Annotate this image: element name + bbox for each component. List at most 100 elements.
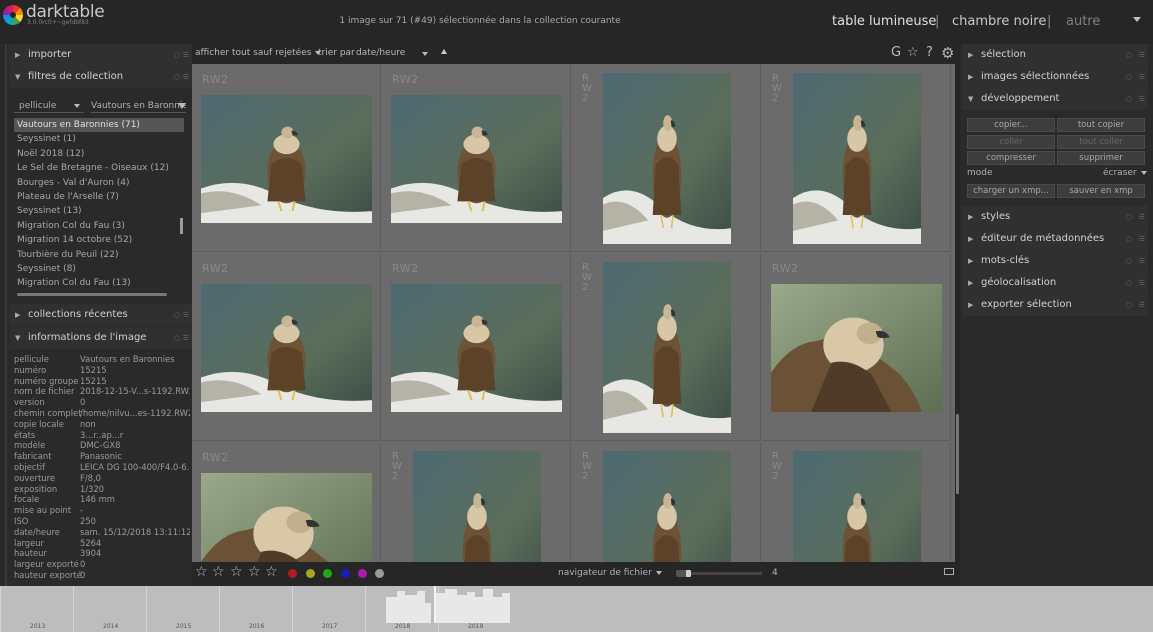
module-import[interactable]: ▶ importer ○ ☰: [9, 44, 192, 66]
thumbnail-image[interactable]: [201, 95, 372, 223]
view-other[interactable]: autre: [1066, 14, 1100, 29]
module-history-stack[interactable]: ▼ développement ○ ☰: [962, 88, 1148, 110]
timeline-year-column[interactable]: 2015: [146, 586, 219, 632]
collection-list-item[interactable]: Migration Col du Fau (13): [14, 276, 184, 290]
collection-list-item[interactable]: Seyssinet (8): [14, 262, 184, 276]
reset-icon[interactable]: ○: [1126, 88, 1132, 110]
thumbnail-image[interactable]: [771, 284, 942, 412]
reset-icon[interactable]: ○: [1126, 272, 1132, 294]
presets-icon[interactable]: ☰: [1139, 272, 1145, 294]
thumbnail-cell[interactable]: RW2: [572, 442, 761, 562]
thumbnail-cell[interactable]: RW2: [192, 253, 381, 441]
module-export[interactable]: ▶ exporter sélection ○ ☰: [962, 294, 1148, 316]
thumbnail-cell[interactable]: RW2: [762, 64, 951, 252]
module-geotagging[interactable]: ▶ géolocalisation ○ ☰: [962, 272, 1148, 294]
reset-icon[interactable]: ○: [174, 44, 180, 66]
thumbnail-image[interactable]: [391, 284, 562, 412]
collection-list-item[interactable]: Tourbière du Peuil (22): [14, 248, 184, 262]
collection-list-item[interactable]: Noël 2018 (12): [14, 147, 184, 161]
thumbnail-cell[interactable]: RW2: [382, 64, 571, 252]
grouping-icon[interactable]: G: [891, 45, 901, 60]
layout-select[interactable]: navigateur de fichier: [558, 568, 662, 578]
presets-icon[interactable]: ☰: [1139, 228, 1145, 250]
star-rating-icon[interactable]: ☆: [265, 564, 278, 580]
overlay-star-icon[interactable]: ☆: [907, 45, 919, 60]
timeline-year-column[interactable]: 2013: [0, 586, 73, 632]
thumbnail-image[interactable]: [201, 284, 372, 412]
collection-list-item[interactable]: Bourges - Val d'Auron (4): [14, 176, 184, 190]
copy-button[interactable]: copier...: [967, 118, 1055, 132]
color-label-green[interactable]: [323, 569, 332, 578]
thumbnail-image[interactable]: [793, 451, 921, 562]
collection-list-item[interactable]: Seyssinet (1): [14, 132, 184, 146]
thumbnail-cell[interactable]: RW2: [192, 64, 381, 252]
module-select[interactable]: ▶ sélection ○ ☰: [962, 44, 1148, 66]
star-rating-icon[interactable]: ☆: [195, 564, 208, 580]
reset-icon[interactable]: ○: [1126, 294, 1132, 316]
thumbnail-image[interactable]: [201, 473, 372, 562]
collection-list-item[interactable]: Migration Col du Fau (3): [14, 219, 184, 233]
monitor-icon[interactable]: [944, 568, 954, 575]
reset-icon[interactable]: ○: [1126, 250, 1132, 272]
presets-icon[interactable]: ☰: [1139, 294, 1145, 316]
views-dropdown-icon[interactable]: [1133, 17, 1141, 22]
compress-history-button[interactable]: compresser: [967, 151, 1055, 165]
thumbnail-cell[interactable]: RW2: [382, 253, 571, 441]
thumbnail-cell[interactable]: RW2: [762, 253, 951, 441]
presets-icon[interactable]: ☰: [183, 66, 189, 88]
collection-list-item[interactable]: Plateau de l'Arselle (7): [14, 190, 184, 204]
presets-icon[interactable]: ☰: [183, 304, 189, 326]
module-recent-collections[interactable]: ▶ collections récentes ○ ☰: [9, 304, 192, 326]
thumbnail-cell[interactable]: RW2: [572, 253, 761, 441]
presets-icon[interactable]: ☰: [1139, 250, 1145, 272]
thumbnail-cell[interactable]: RW2: [192, 442, 381, 562]
reset-icon[interactable]: ○: [1126, 66, 1132, 88]
grid-scrollbar-thumb[interactable]: [956, 414, 959, 494]
color-label-red[interactable]: [288, 569, 297, 578]
thumbnail-cell[interactable]: RW2: [762, 442, 951, 562]
thumbnail-image[interactable]: [603, 451, 731, 562]
module-image-info[interactable]: ▼ informations de l'image ○ ☰: [9, 327, 192, 349]
timeline-year-column[interactable]: 2016: [219, 586, 292, 632]
paste-all-button[interactable]: tout coller: [1057, 135, 1145, 149]
sort-field-select[interactable]: date/heure: [356, 48, 405, 58]
presets-icon[interactable]: ☰: [183, 327, 189, 349]
reset-icon[interactable]: ○: [174, 66, 180, 88]
thumbnail-image[interactable]: [603, 262, 731, 433]
thumbnail-image[interactable]: [413, 451, 541, 562]
module-styles[interactable]: ▶ styles ○ ☰: [962, 206, 1148, 228]
module-metadata-editor[interactable]: ▶ éditeur de métadonnées ○ ☰: [962, 228, 1148, 250]
presets-icon[interactable]: ☰: [1139, 44, 1145, 66]
show-filter-select[interactable]: tout sauf rejetées: [232, 48, 321, 58]
collect-value-input[interactable]: Vautours en Baronnies: [91, 99, 186, 113]
reset-icon[interactable]: ○: [1126, 44, 1132, 66]
color-label-yellow[interactable]: [306, 569, 315, 578]
color-label-gray[interactable]: [375, 569, 384, 578]
paste-button[interactable]: coller: [967, 135, 1055, 149]
presets-icon[interactable]: ☰: [1139, 206, 1145, 228]
star-rating-icon[interactable]: ☆: [248, 564, 261, 580]
collection-list-item[interactable]: Seyssinet (13): [14, 204, 184, 218]
star-rating-icon[interactable]: ☆: [230, 564, 243, 580]
preferences-gear-icon[interactable]: ⚙: [941, 44, 954, 62]
thumbnail-image[interactable]: [603, 73, 731, 244]
help-icon[interactable]: ?: [926, 45, 933, 60]
collection-list-item[interactable]: Migration 14 octobre (52): [14, 233, 184, 247]
reset-icon[interactable]: ○: [1126, 228, 1132, 250]
presets-icon[interactable]: ☰: [1139, 88, 1145, 110]
timeline-year-column[interactable]: 2017: [292, 586, 365, 632]
sort-order-icon[interactable]: [441, 49, 447, 54]
copy-all-button[interactable]: tout copier: [1057, 118, 1145, 132]
reset-icon[interactable]: ○: [174, 304, 180, 326]
write-xmp-button[interactable]: sauver en xmp: [1057, 184, 1145, 198]
reset-icon[interactable]: ○: [1126, 206, 1132, 228]
collection-list-item[interactable]: Le Sel de Bretagne - Oiseaux (12): [14, 161, 184, 175]
color-label-purple[interactable]: [358, 569, 367, 578]
timeline-strip[interactable]: 2013 2014 2015 2016 2017 2018 2019: [0, 586, 1153, 632]
color-label-blue[interactable]: [341, 569, 350, 578]
module-tagging[interactable]: ▶ mots-clés ○ ☰: [962, 250, 1148, 272]
thumbnail-image[interactable]: [391, 95, 562, 223]
discard-history-button[interactable]: supprimer: [1057, 151, 1145, 165]
module-collect[interactable]: ▼ filtres de collection ○ ☰: [9, 66, 192, 88]
view-darkroom[interactable]: chambre noire: [952, 14, 1046, 29]
